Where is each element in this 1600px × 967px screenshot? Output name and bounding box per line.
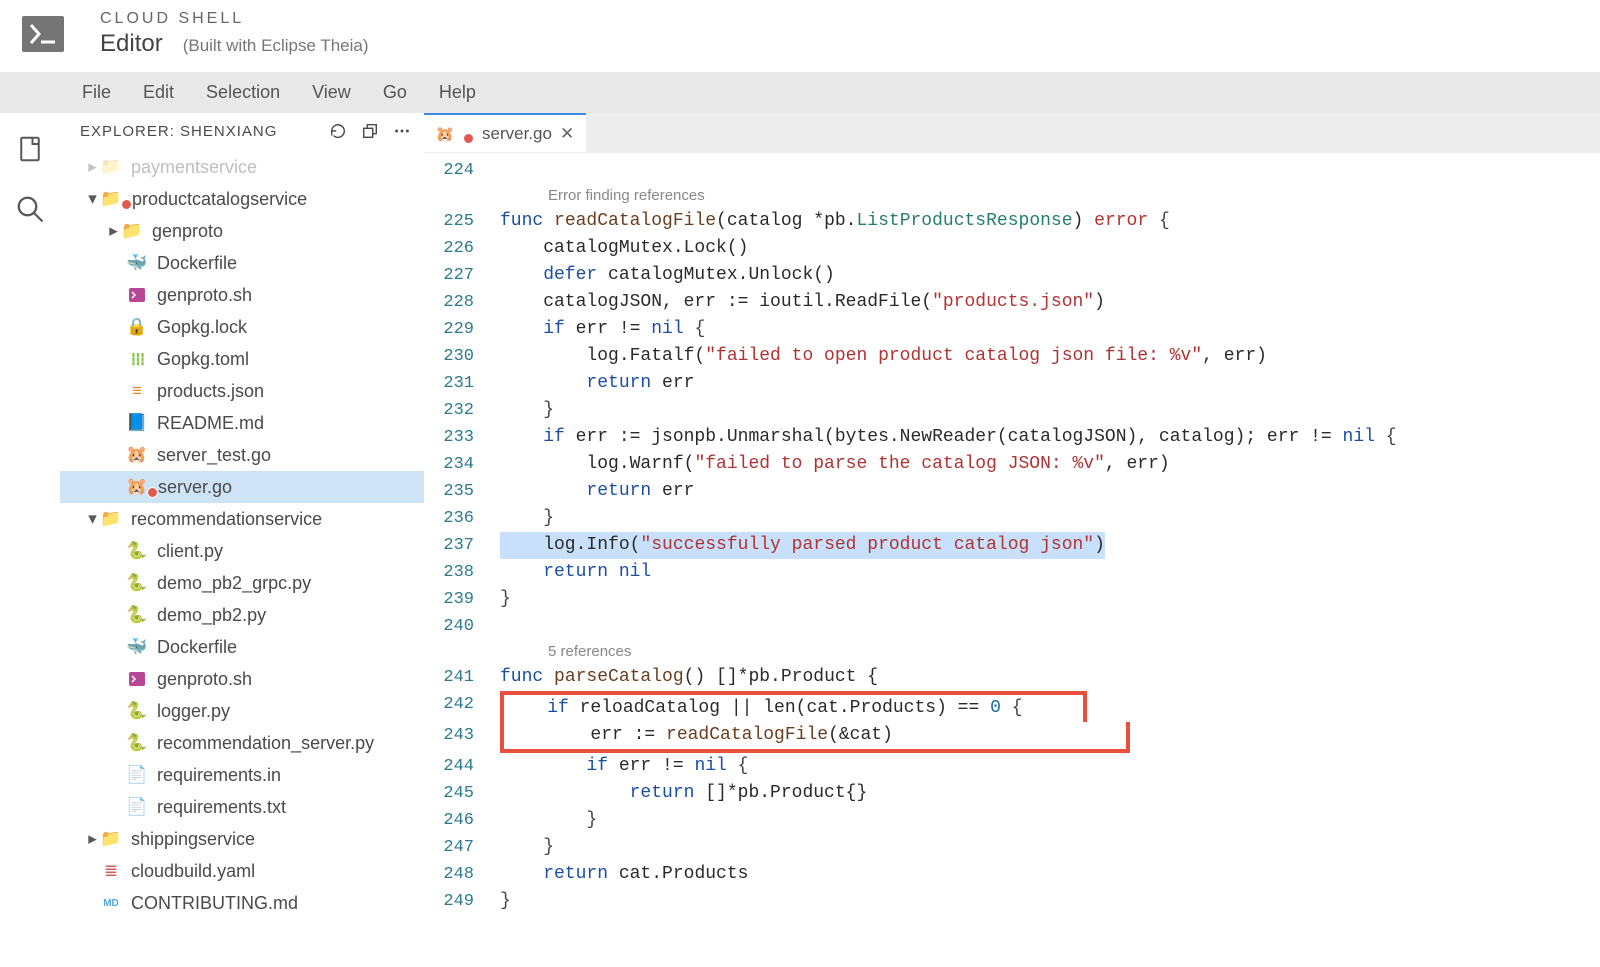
tree-item-genproto-folder[interactable]: ▸📁genproto	[60, 215, 424, 247]
explorer-sidebar: EXPLORER: SHENXIANG ▸📁paymentservice ▾📁p…	[60, 113, 424, 962]
line-number: 224	[424, 157, 488, 184]
line-number: 225	[424, 208, 488, 235]
tree-item-contributing-md[interactable]: ▸MDCONTRIBUTING.md	[60, 887, 424, 919]
codelens-error-refs[interactable]: Error finding references	[488, 184, 705, 208]
menu-edit[interactable]: Edit	[143, 82, 174, 103]
tab-close-icon[interactable]: ✕	[560, 124, 574, 144]
line-number: 241	[424, 664, 488, 691]
line-number: 247	[424, 834, 488, 861]
tree-item-requirements-in[interactable]: 📄requirements.in	[60, 759, 424, 791]
tree-item-productcatalogservice[interactable]: ▾📁productcatalogservice	[60, 183, 424, 215]
collapse-all-icon[interactable]	[360, 121, 380, 141]
activity-explorer-icon[interactable]	[14, 133, 46, 165]
tree-item-server-go[interactable]: 🐹server.go	[60, 471, 424, 503]
tree-item-products-json[interactable]: ≡products.json	[60, 375, 424, 407]
line-number: 235	[424, 478, 488, 505]
tree-item-recommendationservice[interactable]: ▾📁recommendationservice	[60, 503, 424, 535]
line-number: 233	[424, 424, 488, 451]
error-badge-icon	[147, 487, 158, 498]
tree-item-readme-md[interactable]: 📘README.md	[60, 407, 424, 439]
cloud-shell-logo	[22, 16, 64, 52]
tree-item-recommendation-server-py[interactable]: 🐍recommendation_server.py	[60, 727, 424, 759]
annotation-highlight-box: err := readCatalogFile(&cat)	[500, 722, 1130, 753]
tree-item-dockerfile[interactable]: 🐳Dockerfile	[60, 247, 424, 279]
line-number: 234	[424, 451, 488, 478]
annotation-highlight-box: if reloadCatalog || len(cat.Products) ==…	[500, 691, 1087, 722]
tree-item-requirements-txt[interactable]: 📄requirements.txt	[60, 791, 424, 823]
line-number: 243	[424, 722, 488, 749]
file-tree: ▸📁paymentservice ▾📁productcatalogservice…	[60, 149, 424, 919]
activity-bar	[0, 113, 60, 962]
line-number: 230	[424, 343, 488, 370]
tree-item-cloudbuild-yaml[interactable]: ▸≣cloudbuild.yaml	[60, 855, 424, 887]
line-number: 232	[424, 397, 488, 424]
tree-item-paymentservice[interactable]: ▸📁paymentservice	[60, 151, 424, 183]
code-editor[interactable]: 224 Error finding references 225func rea…	[424, 153, 1600, 962]
line-number: 239	[424, 586, 488, 613]
line-number: 228	[424, 289, 488, 316]
error-badge-icon	[121, 199, 132, 210]
tree-item-dockerfile-2[interactable]: 🐳Dockerfile	[60, 631, 424, 663]
editor-subtitle: (Built with Eclipse Theia)	[183, 36, 369, 56]
tab-server-go[interactable]: 🐹 server.go ✕	[424, 113, 586, 152]
line-number: 229	[424, 316, 488, 343]
cloud-shell-suptitle: CLOUD SHELL	[100, 10, 369, 28]
editor-area: 🐹 server.go ✕ 224 Error finding referenc…	[424, 113, 1600, 962]
more-actions-icon[interactable]	[392, 121, 412, 141]
line-number: 237	[424, 532, 488, 559]
line-number: 242	[424, 691, 488, 718]
tree-item-gopkg-toml[interactable]: ┇┇┇Gopkg.toml	[60, 343, 424, 375]
tab-label: server.go	[482, 124, 552, 144]
tree-item-logger-py[interactable]: 🐍logger.py	[60, 695, 424, 727]
menu-go[interactable]: Go	[383, 82, 407, 103]
menu-help[interactable]: Help	[439, 82, 476, 103]
menu-file[interactable]: File	[82, 82, 111, 103]
error-badge-icon	[463, 133, 474, 144]
codelens-5-references[interactable]: 5 references	[488, 640, 631, 664]
tree-item-client-py[interactable]: 🐍client.py	[60, 535, 424, 567]
cloud-shell-header: CLOUD SHELL Editor (Built with Eclipse T…	[0, 0, 1600, 72]
explorer-title: EXPLORER: SHENXIANG	[80, 123, 316, 140]
tree-item-demo-pb2-grpc-py[interactable]: 🐍demo_pb2_grpc.py	[60, 567, 424, 599]
line-number: 248	[424, 861, 488, 888]
activity-search-icon[interactable]	[14, 193, 46, 225]
menu-selection[interactable]: Selection	[206, 82, 280, 103]
line-number: 244	[424, 753, 488, 780]
tree-item-gopkg-lock[interactable]: 🔒Gopkg.lock	[60, 311, 424, 343]
menu-view[interactable]: View	[312, 82, 351, 103]
line-number: 245	[424, 780, 488, 807]
line-number: 236	[424, 505, 488, 532]
refresh-icon[interactable]	[328, 121, 348, 141]
go-file-icon: 🐹	[434, 125, 456, 143]
tree-item-demo-pb2-py[interactable]: 🐍demo_pb2.py	[60, 599, 424, 631]
tree-item-shippingservice[interactable]: ▸📁shippingservice	[60, 823, 424, 855]
menu-bar: File Edit Selection View Go Help	[0, 72, 1600, 113]
line-number: 226	[424, 235, 488, 262]
line-number: 231	[424, 370, 488, 397]
tree-item-server-test-go[interactable]: 🐹server_test.go	[60, 439, 424, 471]
editor-title: Editor	[100, 30, 163, 58]
line-number: 240	[424, 613, 488, 640]
line-number: 238	[424, 559, 488, 586]
line-number: 249	[424, 888, 488, 915]
line-number: 227	[424, 262, 488, 289]
tab-bar: 🐹 server.go ✕	[424, 113, 1600, 153]
line-number: 246	[424, 807, 488, 834]
tree-item-genproto-sh-2[interactable]: genproto.sh	[60, 663, 424, 695]
tree-item-genproto-sh[interactable]: genproto.sh	[60, 279, 424, 311]
